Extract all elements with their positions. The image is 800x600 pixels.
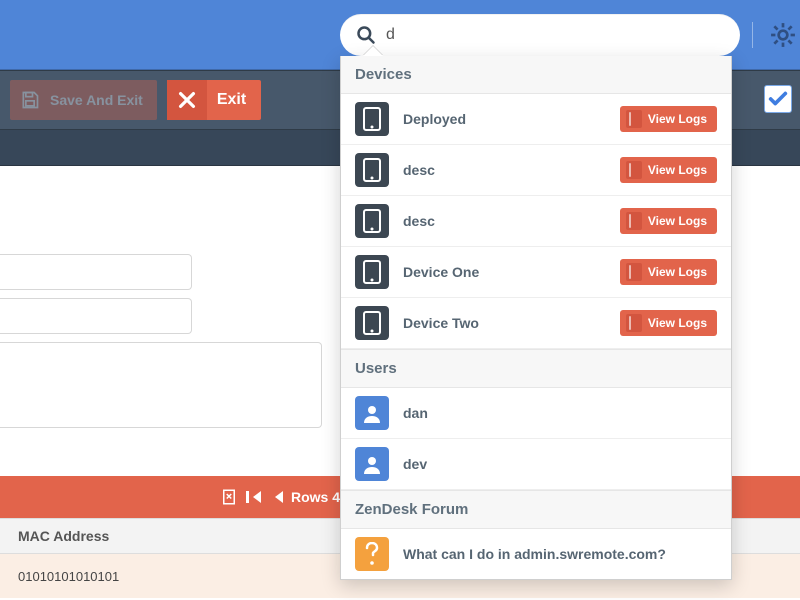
text-input-2[interactable]	[0, 298, 192, 334]
device-result[interactable]: desc View Logs	[341, 145, 731, 196]
forum-label: What can I do in admin.swremote.com?	[403, 546, 717, 562]
search-dropdown: Devices Deployed View Logs desc View Log…	[340, 56, 732, 580]
gear-icon[interactable]	[770, 22, 796, 48]
device-icon	[355, 255, 389, 289]
search-icon	[356, 25, 376, 45]
view-logs-button[interactable]: View Logs	[620, 208, 717, 234]
device-result[interactable]: Device Two View Logs	[341, 298, 731, 349]
exit-label: Exit	[217, 91, 246, 109]
dropdown-section-forum: ZenDesk Forum	[341, 490, 731, 529]
view-logs-button[interactable]: View Logs	[620, 259, 717, 285]
top-separator	[752, 22, 753, 48]
save-and-exit-button: Save And Exit	[10, 80, 157, 120]
device-result[interactable]: desc View Logs	[341, 196, 731, 247]
save-icon	[20, 90, 40, 110]
user-icon	[355, 447, 389, 481]
view-logs-button[interactable]: View Logs	[620, 157, 717, 183]
text-input-1[interactable]	[0, 254, 192, 290]
device-result[interactable]: Deployed View Logs	[341, 94, 731, 145]
device-label: desc	[403, 162, 620, 178]
cell-mac-address: 01010101010101	[18, 569, 119, 584]
device-icon	[355, 102, 389, 136]
device-label: Device Two	[403, 315, 620, 331]
device-label: Deployed	[403, 111, 620, 127]
log-icon	[626, 263, 642, 281]
device-result[interactable]: Device One View Logs	[341, 247, 731, 298]
log-icon	[626, 110, 642, 128]
user-result[interactable]: dev	[341, 439, 731, 490]
search-box[interactable]	[340, 14, 740, 56]
device-icon	[355, 153, 389, 187]
user-icon	[355, 396, 389, 430]
question-icon	[355, 537, 389, 571]
user-label: dan	[403, 405, 717, 421]
col-mac-address: MAC Address	[18, 528, 109, 544]
search-input[interactable]	[386, 26, 724, 44]
device-label: Device One	[403, 264, 620, 280]
view-logs-button[interactable]: View Logs	[620, 310, 717, 336]
forum-result[interactable]: What can I do in admin.swremote.com?	[341, 529, 731, 579]
log-icon	[626, 314, 642, 332]
checkbox-toggle[interactable]	[764, 85, 792, 113]
exit-button[interactable]: Exit	[167, 80, 261, 120]
device-icon	[355, 306, 389, 340]
user-label: dev	[403, 456, 717, 472]
dropdown-section-devices: Devices	[341, 56, 731, 94]
check-icon	[767, 88, 789, 110]
pager-prev-icon[interactable]	[275, 491, 283, 503]
export-icon[interactable]	[220, 488, 238, 506]
textarea-input[interactable]	[0, 342, 322, 428]
log-icon	[626, 161, 642, 179]
close-icon	[167, 80, 207, 120]
device-icon	[355, 204, 389, 238]
device-label: desc	[403, 213, 620, 229]
log-icon	[626, 212, 642, 230]
view-logs-button[interactable]: View Logs	[620, 106, 717, 132]
pager-first-icon[interactable]	[246, 491, 269, 503]
dropdown-section-users: Users	[341, 349, 731, 388]
user-result[interactable]: dan	[341, 388, 731, 439]
save-label: Save And Exit	[50, 92, 143, 108]
